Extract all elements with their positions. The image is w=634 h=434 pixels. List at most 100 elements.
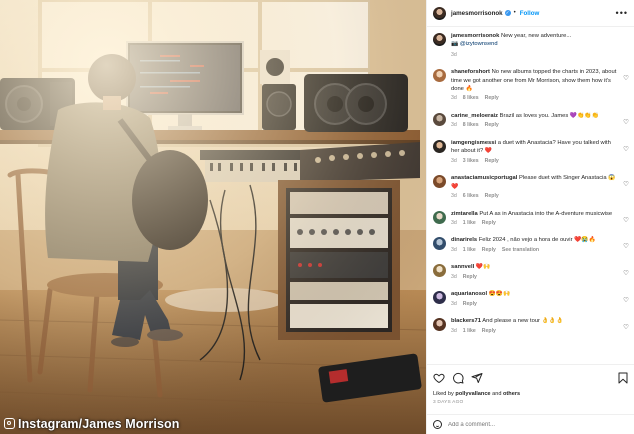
comment-text: ❤️🙌: [475, 264, 491, 271]
camera-icon: 📷: [451, 41, 459, 48]
commenter-avatar[interactable]: [433, 264, 446, 278]
reply-button[interactable]: Reply: [482, 247, 496, 253]
comment-time[interactable]: 3d: [451, 193, 457, 199]
reply-button[interactable]: Reply: [485, 95, 499, 101]
reply-button[interactable]: Reply: [485, 158, 499, 164]
comment-username[interactable]: zimtarella: [451, 211, 478, 217]
commenter-avatar[interactable]: [433, 175, 446, 189]
like-comment-heart-icon[interactable]: ♡: [623, 216, 629, 224]
post-photo[interactable]: Instagram/James Morrison: [0, 0, 426, 434]
posted-time[interactable]: 3 DAYS AGO: [433, 400, 629, 405]
like-comment-heart-icon[interactable]: ♡: [623, 145, 629, 153]
comment-text: Brazil as loves you. James 💜👏👏👏: [499, 113, 599, 120]
comment-username[interactable]: dinarirels: [451, 237, 477, 243]
author-username[interactable]: jamesmorrisonok: [451, 10, 503, 17]
comment-bubble-icon[interactable]: [452, 372, 464, 384]
caption-username[interactable]: jamesmorrisonok: [451, 33, 499, 39]
emoji-picker-icon[interactable]: [433, 420, 442, 429]
more-options-icon[interactable]: •••: [616, 8, 628, 18]
comment-likes[interactable]: 1 like: [463, 328, 476, 334]
comment-time[interactable]: 3d: [451, 328, 457, 334]
comment-text: Feliz 2024 , não vejo a hora de ouvir ❤️…: [478, 237, 596, 244]
comment-time[interactable]: 3d: [451, 247, 457, 253]
comment-row: anastaciamusicportugal Please duet with …: [433, 174, 629, 200]
comment-likes[interactable]: 6 likes: [463, 193, 479, 199]
like-comment-heart-icon[interactable]: ♡: [623, 118, 629, 126]
instagram-icon: [4, 418, 15, 429]
separator-dot: •: [513, 10, 516, 16]
photo-watermark: Instagram/James Morrison: [4, 417, 179, 431]
liked-by-text: Liked by pollyvallance and others: [433, 391, 521, 397]
verified-badge-icon: ✓: [504, 10, 511, 16]
reply-button[interactable]: Reply: [482, 328, 496, 334]
comments-list[interactable]: jamesmorrisonok New year, new adventure.…: [427, 26, 634, 364]
like-comment-heart-icon[interactable]: ♡: [623, 74, 629, 82]
post-side-panel: jamesmorrisonok ✓ • Follow ••• jamesmorr…: [426, 0, 634, 434]
comment-time[interactable]: 3d: [451, 122, 457, 128]
like-comment-heart-icon[interactable]: ♡: [623, 180, 629, 188]
caption-mention-link[interactable]: @izytownsend: [460, 41, 498, 47]
comment-time[interactable]: 3d: [451, 274, 457, 280]
comment-row: carine_meloeraiz Brazil as loves you. Ja…: [433, 112, 629, 130]
caption-avatar[interactable]: [433, 33, 446, 46]
liked-by-user-link[interactable]: pollyvallance: [455, 391, 490, 397]
comment-likes[interactable]: 8 likes: [463, 122, 479, 128]
caption: jamesmorrisonok New year, new adventure.…: [433, 32, 629, 59]
comment-text: Put A as in Anastacia into the A-dventur…: [479, 210, 613, 217]
add-comment-input[interactable]: [448, 421, 598, 428]
like-comment-heart-icon[interactable]: ♡: [623, 323, 629, 331]
comment-likes[interactable]: 1 like: [463, 247, 476, 253]
comment-text: And please a new tour 👌👌👌: [482, 318, 564, 325]
reply-button[interactable]: Reply: [463, 301, 477, 307]
caption-time[interactable]: 3d: [451, 52, 629, 60]
comment-row: dinarirels Feliz 2024 , não vejo a hora …: [433, 236, 629, 254]
comment-likes[interactable]: 1 like: [463, 220, 476, 226]
comment-meta: 3d 1 like Reply See translation: [451, 247, 619, 255]
comment-username[interactable]: sannvell: [451, 264, 474, 270]
follow-button[interactable]: Follow: [520, 10, 540, 17]
commenter-avatar[interactable]: [433, 318, 446, 332]
reply-button[interactable]: Reply: [463, 274, 477, 280]
comment-time[interactable]: 3d: [451, 220, 457, 226]
comment-username[interactable]: shaneforshort: [451, 69, 490, 75]
like-comment-heart-icon[interactable]: ♡: [623, 242, 629, 250]
comment-time[interactable]: 3d: [451, 95, 457, 101]
like-heart-icon[interactable]: [433, 372, 445, 384]
commenter-avatar[interactable]: [433, 69, 446, 83]
reply-button[interactable]: Reply: [482, 220, 496, 226]
commenter-avatar[interactable]: [433, 210, 446, 224]
comment-time[interactable]: 3d: [451, 158, 457, 164]
commenter-avatar[interactable]: [433, 113, 446, 127]
reply-button[interactable]: Reply: [485, 193, 499, 199]
save-bookmark-icon[interactable]: [617, 372, 629, 384]
comment-username[interactable]: aquarianosol: [451, 291, 487, 297]
comment-username[interactable]: blackers71: [451, 318, 481, 324]
comment-time[interactable]: 3d: [451, 301, 457, 307]
comment-likes[interactable]: 3 likes: [463, 158, 479, 164]
commenter-avatar[interactable]: [433, 139, 446, 153]
caption-text: New year, new adventure...: [500, 33, 572, 39]
reply-button[interactable]: Reply: [485, 122, 499, 128]
comment-meta: 3d 8 likes Reply: [451, 95, 619, 103]
like-comment-heart-icon[interactable]: ♡: [623, 296, 629, 304]
comment-meta: 3d 1 like Reply: [451, 220, 619, 228]
like-comment-heart-icon[interactable]: ♡: [623, 269, 629, 277]
comment-row: iamgengismessi a duet with Anastacia? Ha…: [433, 139, 629, 165]
comment-meta: 3d Reply: [451, 274, 619, 282]
see-translation-link[interactable]: See translation: [502, 247, 539, 253]
studio-photo-illustration: [0, 0, 426, 434]
comment-likes[interactable]: 8 likes: [463, 95, 479, 101]
comment-username[interactable]: carine_meloeraiz: [451, 113, 498, 119]
share-send-icon[interactable]: [471, 372, 483, 384]
comment-meta: 3d 1 like Reply: [451, 328, 619, 336]
comment-row: shaneforshort No new albums topped the c…: [433, 68, 629, 103]
author-avatar[interactable]: [433, 6, 446, 20]
liked-by-others-link[interactable]: others: [503, 391, 520, 397]
comment-username[interactable]: anastaciamusicportugal: [451, 175, 517, 181]
instagram-post-view: Instagram/James Morrison jamesmorrisonok…: [0, 0, 634, 434]
commenter-avatar[interactable]: [433, 291, 446, 305]
comment-username[interactable]: iamgengismessi: [451, 140, 496, 146]
commenter-avatar[interactable]: [433, 237, 446, 251]
add-comment-bar: [427, 414, 634, 434]
comment-meta: 3d 8 likes Reply: [451, 122, 619, 130]
